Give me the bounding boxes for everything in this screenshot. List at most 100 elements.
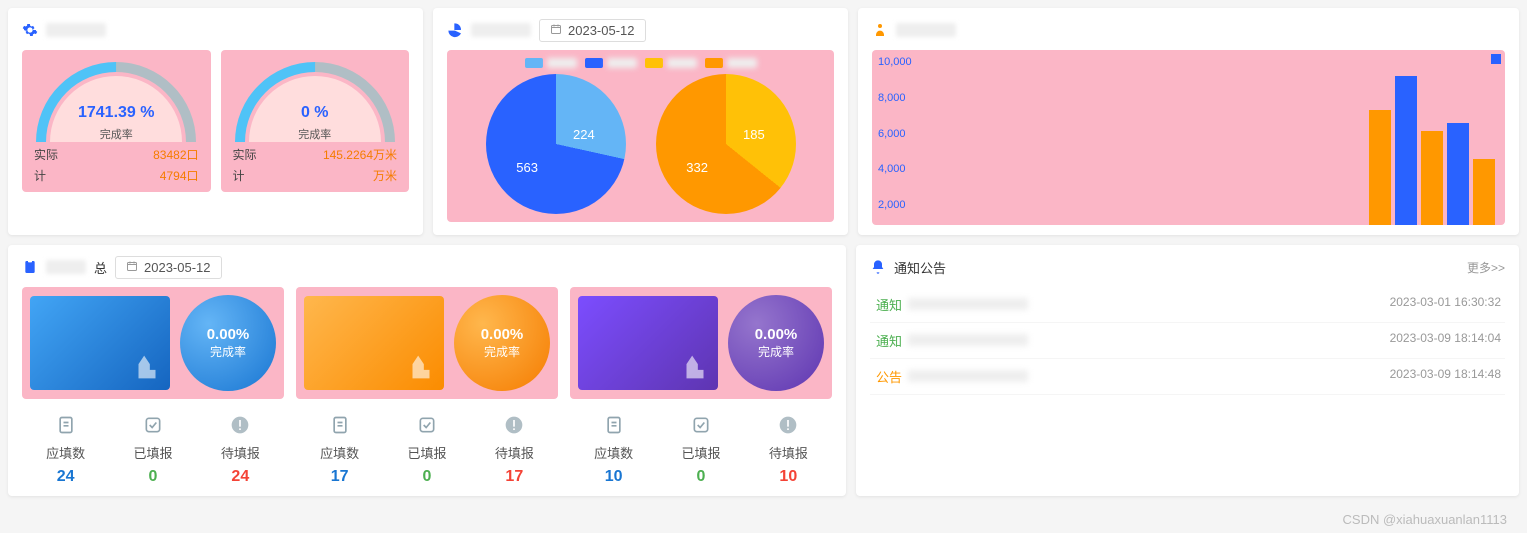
pie-slice-value: 332 <box>686 160 708 175</box>
worker-icon <box>872 22 888 38</box>
gauge-row-label: 计 <box>233 167 245 184</box>
stat-circle: 0.00% 完成率 <box>728 295 824 391</box>
stat-percent: 0.00% <box>755 326 798 343</box>
notice-item[interactable]: 通知 2023-03-09 18:14:04 <box>870 323 1505 359</box>
gauge-percent: 1741.39 % <box>36 104 196 122</box>
stat-illustration <box>304 296 444 390</box>
stat-done: 已填报 0 <box>407 413 446 486</box>
should-icon <box>54 413 78 437</box>
stat-label: 待填报 <box>769 443 808 462</box>
gauge-title <box>46 23 106 37</box>
date-value: 2023-05-12 <box>144 260 211 275</box>
stat-value: 0 <box>423 468 432 486</box>
y-tick: 10,000 <box>878 56 912 68</box>
gauge-row-value: 4794口 <box>160 167 199 184</box>
gauge-row-label: 实际 <box>34 146 58 163</box>
bar <box>1421 131 1443 225</box>
stat-illustration <box>30 296 170 390</box>
stat-value: 17 <box>331 468 349 486</box>
stat-should: 应填数 24 <box>46 413 85 486</box>
gear-icon <box>22 22 38 38</box>
pie-title <box>471 23 531 37</box>
should-icon <box>602 413 626 437</box>
stat-circle: 0.00% 完成率 <box>454 295 550 391</box>
stat-pending: 待填报 10 <box>769 413 808 486</box>
done-icon <box>689 413 713 437</box>
pie-chart: 224 563 <box>486 74 626 214</box>
y-tick: 6,000 <box>878 128 912 140</box>
stat-illustration <box>578 296 718 390</box>
notice-card: 通知公告 更多>> 通知 2023-03-01 16:30:32 通知 2023… <box>856 245 1519 496</box>
legend-item[interactable] <box>705 58 757 68</box>
bar <box>1473 159 1495 225</box>
stat-label: 应填数 <box>594 443 633 462</box>
notice-tag: 通知 <box>874 298 904 313</box>
pie-slice-value: 185 <box>743 127 765 142</box>
gauge-card: 1741.39 % 完成率 实际83482口计4794口 0 % 完成率 实际1… <box>8 8 423 235</box>
legend-item[interactable] <box>585 58 637 68</box>
bar <box>1447 123 1469 225</box>
stat-value: 0 <box>149 468 158 486</box>
stat-should: 应填数 17 <box>320 413 359 486</box>
stat-value: 10 <box>779 468 797 486</box>
gauge-row-value: 83482口 <box>153 146 198 163</box>
legend-item[interactable] <box>645 58 697 68</box>
pending-icon <box>502 413 526 437</box>
stat-label: 待填报 <box>495 443 534 462</box>
stat-percent: 0.00% <box>481 326 524 343</box>
stat-label: 已填报 <box>681 443 720 462</box>
calendar-icon <box>126 260 138 275</box>
stat-pending: 待填报 24 <box>221 413 260 486</box>
date-picker-2[interactable]: 2023-05-12 <box>115 256 222 279</box>
notice-tag: 公告 <box>874 370 904 385</box>
bar <box>1395 76 1417 225</box>
pie-slice-value: 224 <box>573 127 595 142</box>
watermark: CSDN @xiahuaxuanlan1113 <box>1343 512 1507 527</box>
notice-tag: 通知 <box>874 334 904 349</box>
stat-done: 已填报 0 <box>681 413 720 486</box>
gauge-row-value: 145.2264万米 <box>323 146 397 163</box>
bell-icon <box>870 259 886 275</box>
gauge: 0 % 完成率 实际145.2264万米计万米 <box>221 50 410 192</box>
pending-icon <box>228 413 252 437</box>
legend-item[interactable] <box>525 58 577 68</box>
summary-card: 总 2023-05-12 0.00% 完成率 应填数 <box>8 245 846 496</box>
y-tick: 8,000 <box>878 92 912 104</box>
stat-percent-label: 完成率 <box>484 343 520 360</box>
gauge-row-label: 实际 <box>233 146 257 163</box>
done-icon <box>141 413 165 437</box>
y-tick: 4,000 <box>878 163 912 175</box>
stat-card: 0.00% 完成率 应填数 24 已填报 0 待填报 24 <box>22 287 284 486</box>
bar <box>1369 110 1391 225</box>
bar-title <box>896 23 956 37</box>
stat-label: 待填报 <box>221 443 260 462</box>
stat-value: 24 <box>57 468 75 486</box>
summary-title-suffix: 总 <box>94 258 107 277</box>
stat-card: 0.00% 完成率 应填数 10 已填报 0 待填报 10 <box>570 287 832 486</box>
pie-card: 2023-05-12 224 563 185 332 <box>433 8 848 235</box>
should-icon <box>328 413 352 437</box>
stat-label: 应填数 <box>46 443 85 462</box>
stat-label: 已填报 <box>407 443 446 462</box>
notice-title: 通知公告 <box>894 258 946 277</box>
stat-label: 已填报 <box>133 443 172 462</box>
notice-time: 2023-03-09 18:14:04 <box>1390 331 1501 350</box>
date-picker-1[interactable]: 2023-05-12 <box>539 19 646 42</box>
stat-value: 17 <box>505 468 523 486</box>
stat-percent-label: 完成率 <box>758 343 794 360</box>
notice-item[interactable]: 公告 2023-03-09 18:14:48 <box>870 359 1505 395</box>
stat-value: 10 <box>605 468 623 486</box>
gauge-percent: 0 % <box>235 104 395 122</box>
done-icon <box>415 413 439 437</box>
clipboard-icon <box>22 259 38 275</box>
notice-text-blur <box>908 298 1028 310</box>
stat-circle: 0.00% 完成率 <box>180 295 276 391</box>
notice-item[interactable]: 通知 2023-03-01 16:30:32 <box>870 287 1505 323</box>
pie-slice-value: 563 <box>516 160 538 175</box>
notice-text-blur <box>908 370 1028 382</box>
gauge-row-label: 计 <box>34 167 46 184</box>
gauge-sublabel: 完成率 <box>235 126 395 142</box>
gauge: 1741.39 % 完成率 实际83482口计4794口 <box>22 50 211 192</box>
date-value: 2023-05-12 <box>568 23 635 38</box>
more-link[interactable]: 更多>> <box>1467 259 1505 276</box>
